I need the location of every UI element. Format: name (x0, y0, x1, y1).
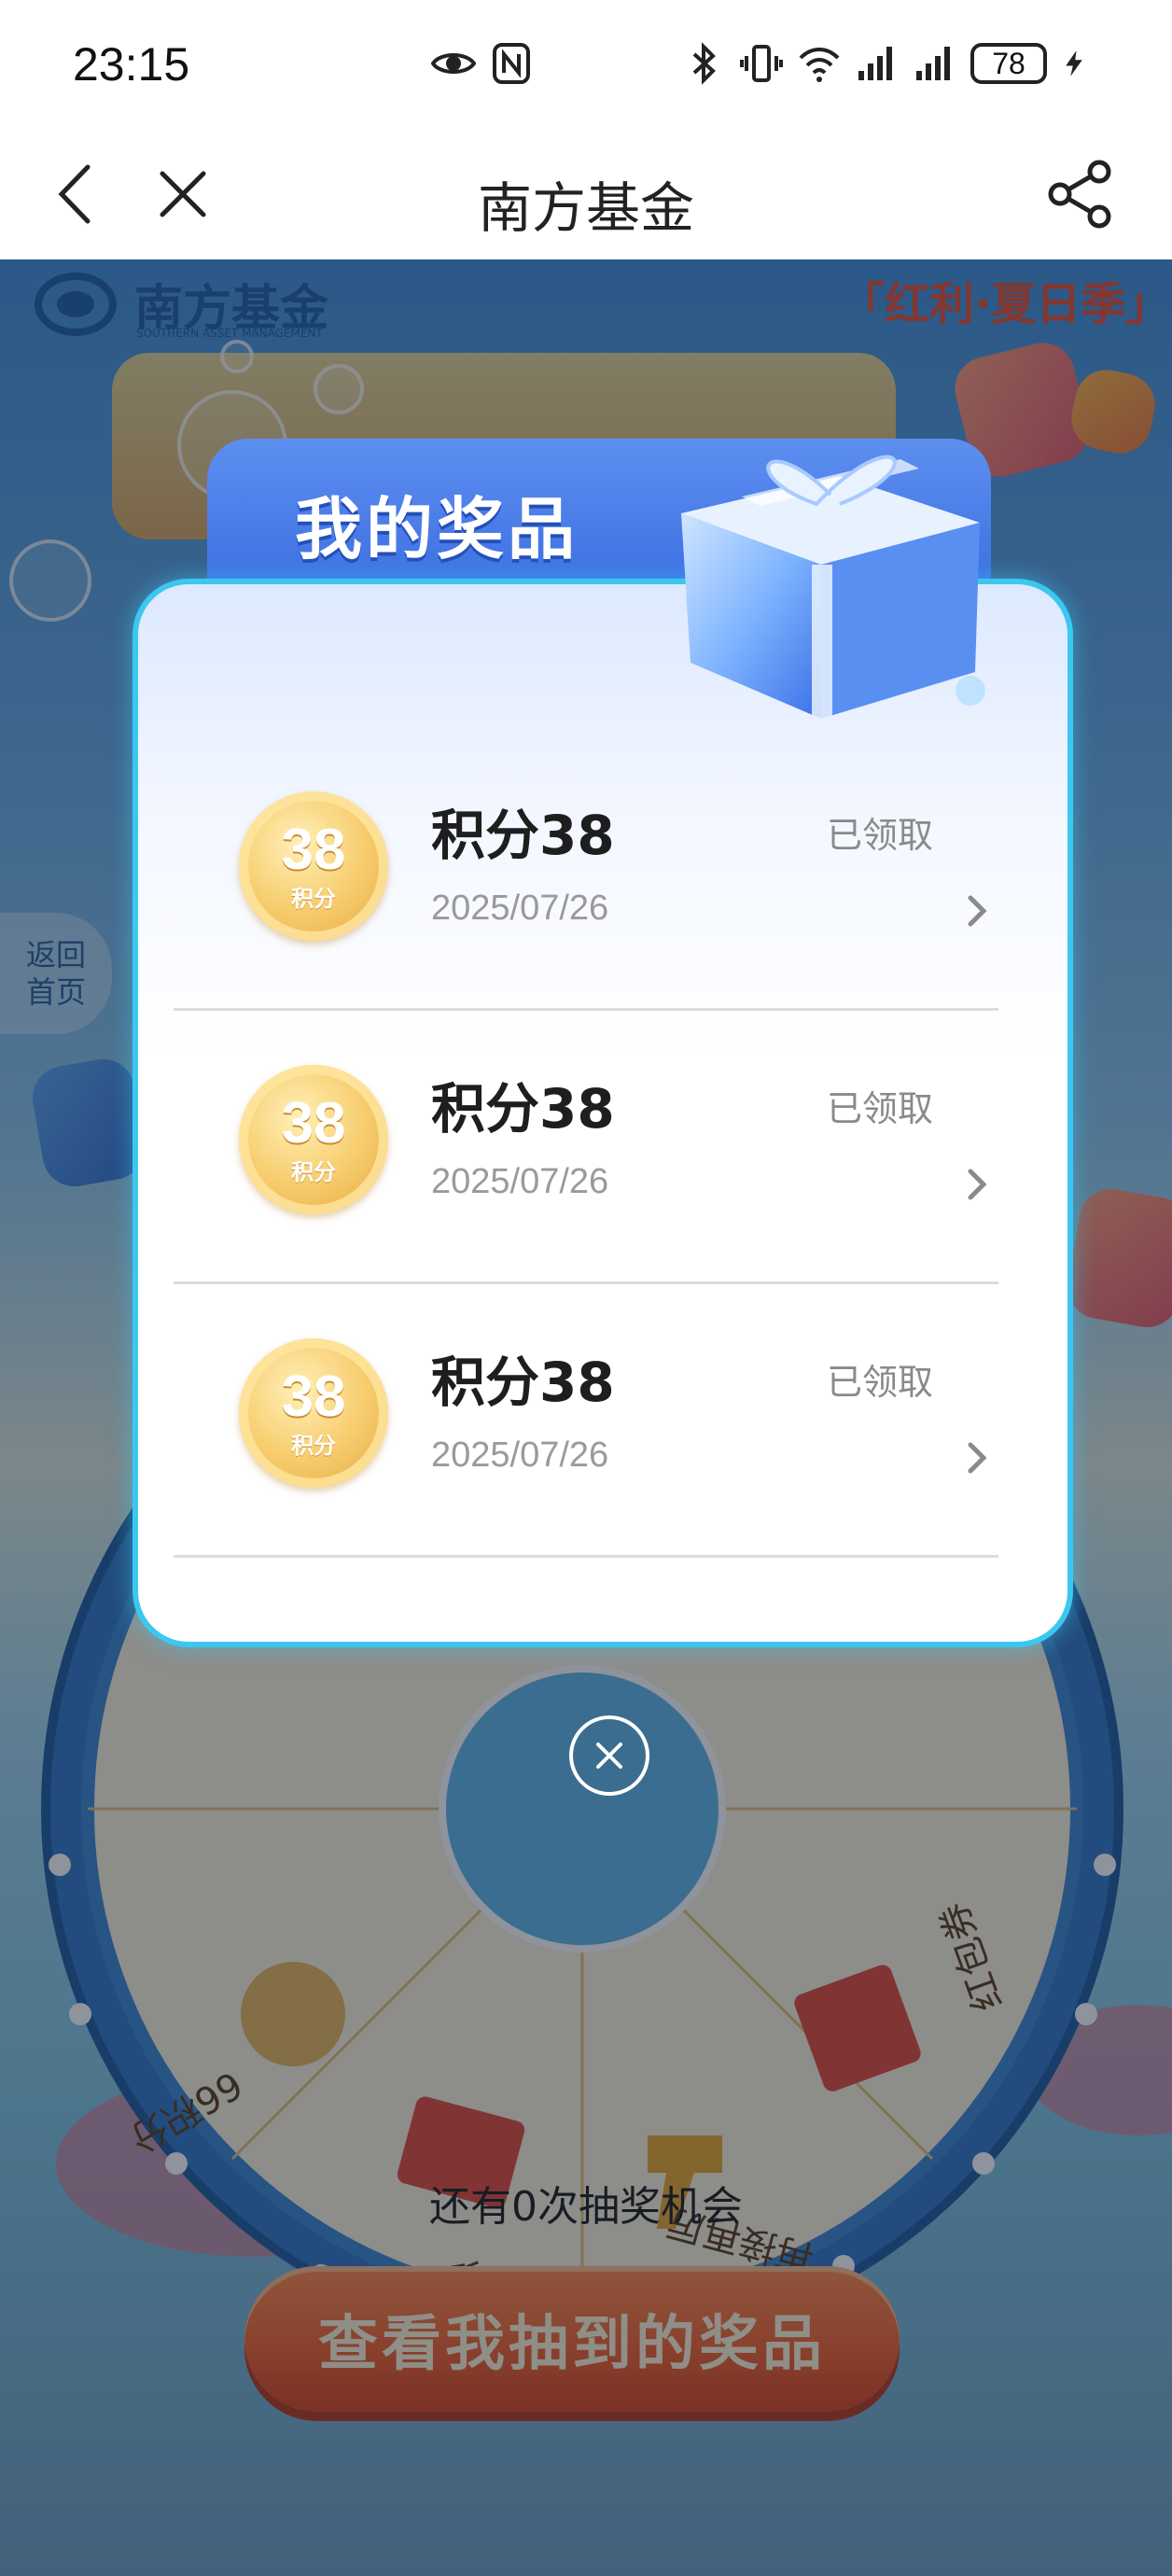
modal-close-button[interactable] (569, 1715, 649, 1796)
page-title: 南方基金 (477, 176, 694, 240)
prize-item[interactable]: 38 积分 积分38 2025/07/26 已领取 (174, 737, 998, 1011)
wifi-icon (799, 48, 840, 82)
points-coin-icon: 38 积分 (239, 1065, 388, 1214)
chevron-right-icon (968, 895, 987, 927)
prize-name: 积分38 (431, 1351, 615, 1414)
coin-unit: 积分 (291, 885, 336, 912)
status-time: 23:15 (73, 38, 190, 91)
prize-date: 2025/07/26 (431, 1435, 609, 1475)
gift-box-icon (681, 455, 985, 719)
share-button[interactable] (1043, 157, 1118, 231)
status-bar: 23:15 78 (0, 0, 1172, 131)
status-left-icons (431, 41, 534, 86)
chevron-right-icon (968, 1442, 987, 1474)
prize-list: 38 积分 积分38 2025/07/26 已领取 38 积分 积分38 202… (174, 737, 998, 1558)
vibrate-icon (740, 45, 783, 82)
prize-status: 已领取 (826, 1362, 933, 1403)
close-icon (596, 1743, 622, 1769)
points-coin-icon: 38 积分 (239, 1338, 388, 1488)
chevron-right-icon (968, 1169, 987, 1200)
status-right-icons: 78 (681, 41, 1088, 86)
coin-unit: 积分 (291, 1432, 336, 1459)
prize-date: 2025/07/26 (431, 1162, 609, 1201)
nav-bar: 南方基金 (0, 131, 1172, 259)
bluetooth-icon (692, 42, 716, 85)
signal-icon (858, 47, 892, 80)
prize-name: 积分38 (431, 1077, 615, 1141)
coin-unit: 积分 (291, 1158, 336, 1185)
prize-status: 已领取 (826, 1088, 933, 1129)
prize-name: 积分38 (431, 804, 615, 867)
nfc-icon (493, 43, 530, 84)
prize-date: 2025/07/26 (431, 889, 609, 928)
coin-value: 38 (281, 817, 346, 882)
prize-status: 已领取 (826, 815, 933, 856)
points-coin-icon: 38 积分 (239, 791, 388, 941)
coin-value: 38 (281, 1090, 346, 1155)
modal-title: 我的奖品 (295, 490, 579, 568)
signal-icon (916, 47, 950, 80)
charging-icon (1066, 50, 1082, 77)
share-icon (1048, 160, 1111, 229)
prize-item[interactable]: 38 积分 积分38 2025/07/26 已领取 (174, 1284, 998, 1558)
eye-icon (431, 53, 476, 74)
prize-item[interactable]: 38 积分 积分38 2025/07/26 已领取 (174, 1011, 998, 1284)
battery-indicator: 78 (970, 43, 1047, 84)
coin-value: 38 (281, 1364, 346, 1429)
